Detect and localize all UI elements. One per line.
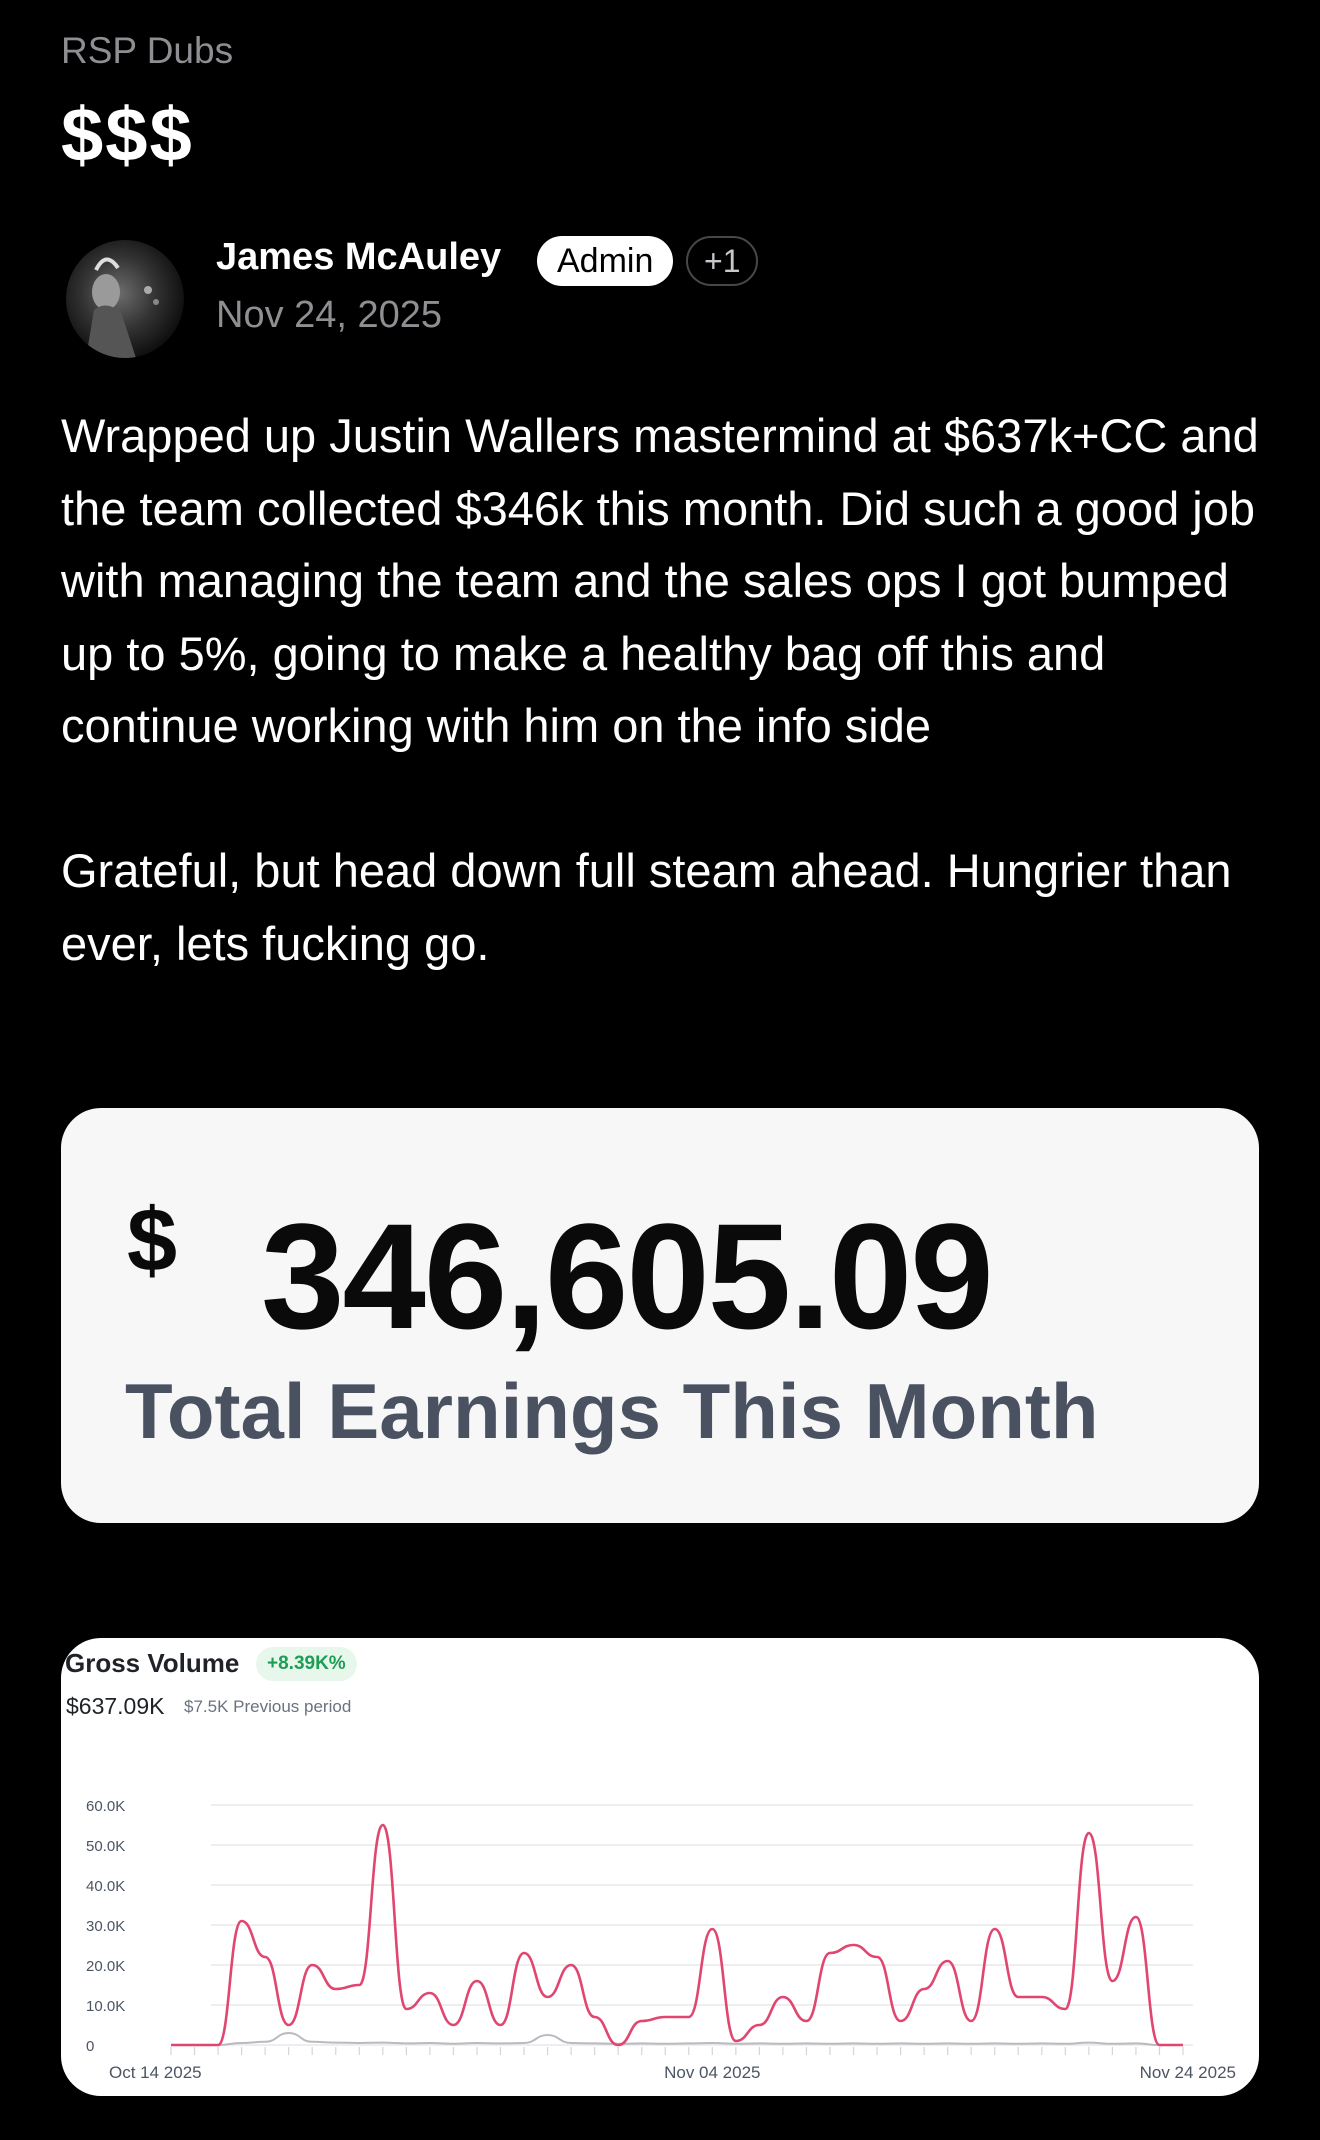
earnings-amount: 346,605.09 — [261, 1192, 994, 1360]
admin-badge: Admin — [537, 236, 674, 286]
post-paragraph: Wrapped up Justin Wallers mastermind at … — [61, 409, 1259, 752]
avatar[interactable] — [66, 240, 184, 358]
currency-symbol: $ — [127, 1191, 178, 1291]
post-paragraph: Grateful, but head down full steam ahead… — [61, 844, 1232, 970]
y-tick-label: 20.0K — [86, 1958, 125, 1975]
community-name[interactable]: RSP Dubs — [61, 30, 233, 72]
y-tick-label: 0 — [86, 2038, 94, 2055]
earnings-label: Total Earnings This Month — [125, 1367, 1099, 1455]
gross-volume-screenshot[interactable]: Gross Volume +8.39K% $637.09K $7.5K Prev… — [61, 1638, 1259, 2096]
x-tick-label: Nov 24 2025 — [1140, 2063, 1236, 2082]
y-tick-label: 10.0K — [86, 1998, 125, 2015]
y-tick-label: 30.0K — [86, 1918, 125, 1935]
avatar-image — [86, 257, 159, 358]
x-tick-label: Oct 14 2025 — [109, 2063, 202, 2082]
earnings-screenshot[interactable]: $ 346,605.09 Total Earnings This Month — [61, 1108, 1259, 1523]
author-name[interactable]: James McAuley — [216, 236, 501, 279]
gross-volume-chart: 60.0K 50.0K 40.0K 30.0K 20.0K 10.0K 0 Oct 14 20… — [86, 1798, 1236, 2082]
series-line-previous — [170, 2031, 1183, 2046]
y-tick-label: 40.0K — [86, 1878, 125, 1895]
y-tick-label: 50.0K — [86, 1838, 125, 1855]
post-body: Wrapped up Justin Wallers mastermind at … — [61, 400, 1281, 980]
x-tick-label: Nov 04 2025 — [664, 2063, 760, 2082]
series-line-current — [170, 1823, 1183, 2047]
post-date: Nov 24, 2025 — [216, 294, 443, 336]
y-tick-label: 60.0K — [86, 1798, 125, 1815]
extra-roles-badge[interactable]: +1 — [686, 236, 759, 286]
post-title: $$$ — [61, 93, 194, 178]
